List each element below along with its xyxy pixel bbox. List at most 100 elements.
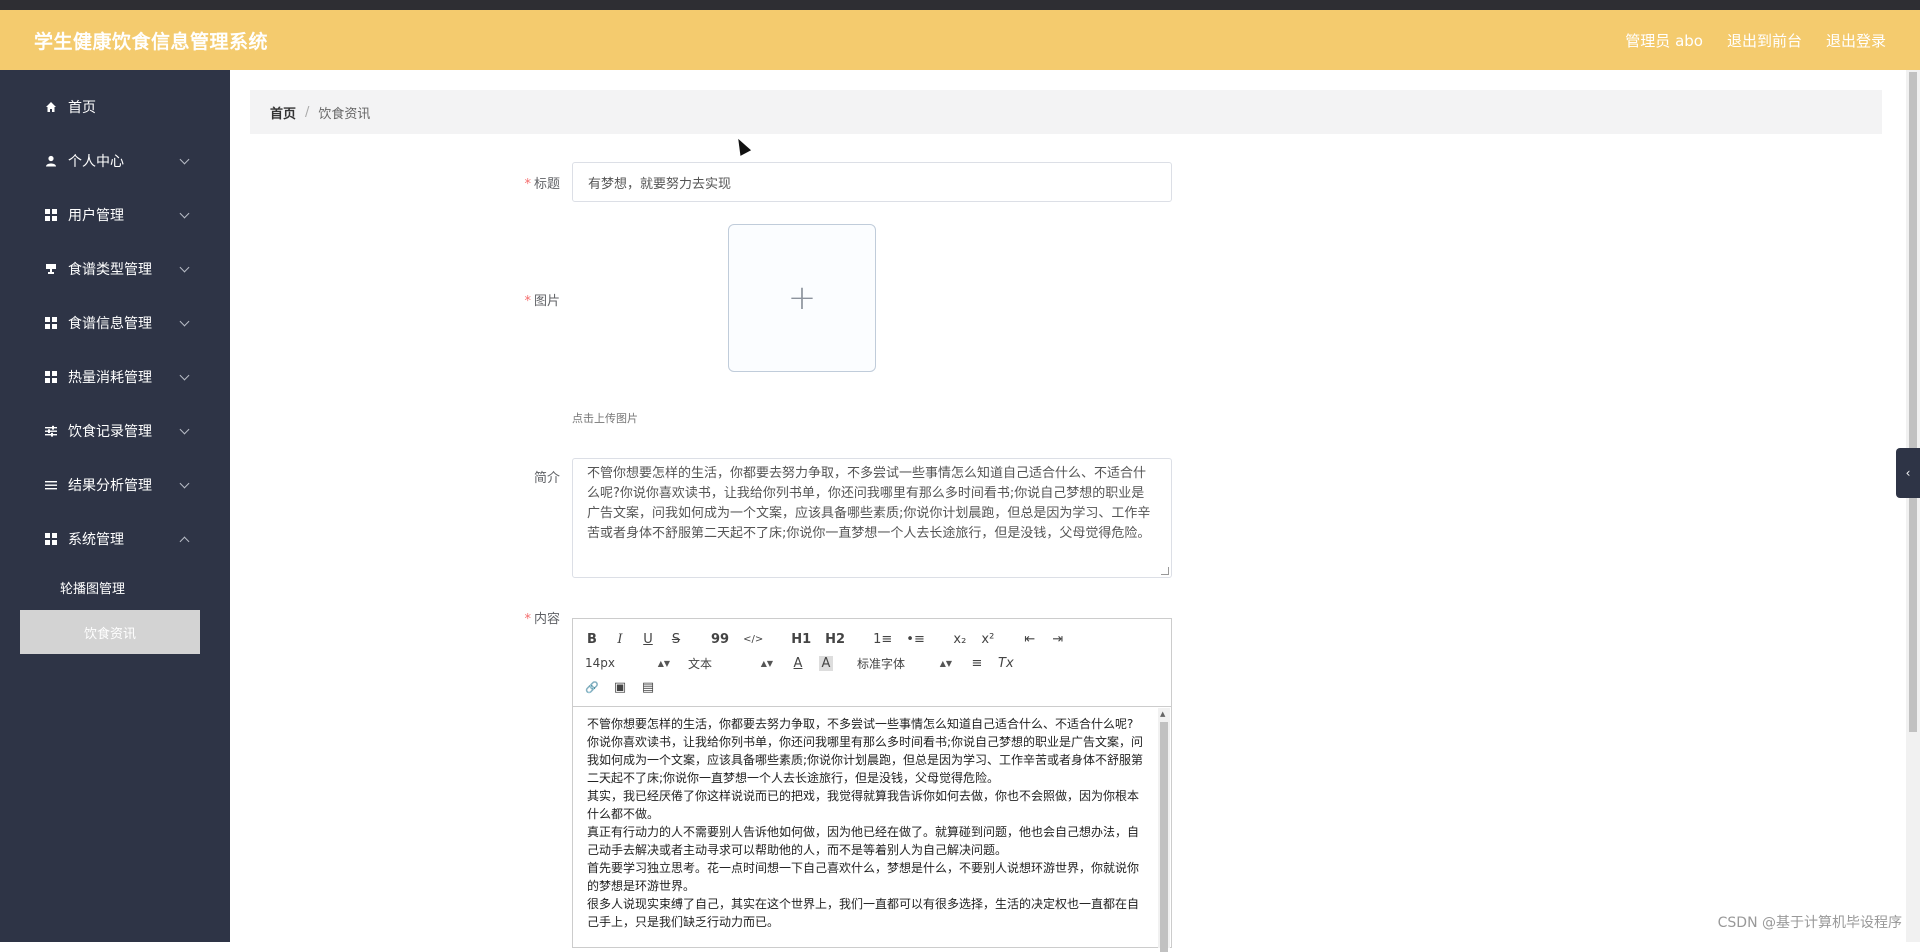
header-select[interactable]: 文本 ▲▼ — [688, 655, 773, 672]
image-button[interactable]: ▣ — [613, 680, 627, 695]
chevron-down-icon — [179, 262, 190, 273]
user-icon — [44, 154, 58, 168]
image-upload-button[interactable]: + — [728, 224, 876, 372]
font-size-value: 14px — [585, 656, 615, 670]
sidebar-item-label: 食谱类型管理 — [68, 262, 152, 278]
ordered-list-button[interactable]: 1≡ — [873, 632, 892, 647]
sidebar-item-label: 用户管理 — [68, 208, 124, 224]
blockquote-button[interactable]: 99 — [711, 632, 729, 647]
top-strip — [0, 0, 1920, 10]
grid-icon — [44, 316, 58, 330]
required-mark: * — [524, 612, 531, 627]
code-block-button[interactable]: </> — [743, 634, 763, 645]
outdent-button[interactable]: ⇤ — [1023, 632, 1037, 647]
sidebar-item-label: 结果分析管理 — [68, 478, 152, 494]
title-label: * 标题 — [230, 173, 560, 192]
chevron-down-icon — [179, 316, 190, 327]
sidebar-item-system-management[interactable]: 系统管理 — [0, 512, 230, 566]
editor-scrollbar-thumb[interactable] — [1160, 722, 1168, 952]
required-mark: * — [524, 294, 531, 309]
underline-button[interactable]: U — [641, 632, 655, 647]
chevron-down-icon — [179, 536, 190, 547]
italic-button[interactable]: I — [613, 632, 627, 647]
drawer-toggle-button[interactable]: ‹ — [1896, 448, 1920, 498]
select-arrow-icon: ▲▼ — [939, 658, 952, 668]
title-label-text: 标题 — [533, 177, 560, 192]
editor-paragraph: 你说你喜欢读书，让我给你列书单，你还问我哪里有那么多时间看书;你说自己梦想的职业… — [587, 735, 1144, 785]
chevron-down-icon — [179, 208, 190, 219]
h2-button[interactable]: H2 — [825, 632, 845, 647]
editor-paragraph: 不管你想要怎样的生活，你都要去努力争取，不多尝试一些事情怎么知道自己适合什么、不… — [587, 717, 1134, 731]
breadcrumb-separator: / — [305, 104, 310, 120]
page-scrollbar[interactable] — [1906, 70, 1920, 942]
logout-link[interactable]: 退出登录 — [1826, 30, 1886, 51]
sidebar-item-calorie-management[interactable]: 热量消耗管理 — [0, 350, 230, 404]
grid-icon — [44, 532, 58, 546]
sliders-icon — [44, 424, 58, 438]
bullet-list-button[interactable]: •≡ — [906, 632, 925, 647]
watermark: CSDN @基于计算机毕设程序 — [1717, 915, 1902, 931]
select-arrow-icon: ▲▼ — [760, 658, 773, 668]
stamp-icon — [44, 262, 58, 276]
sidebar-item-personal-center[interactable]: 个人中心 — [0, 134, 230, 188]
sidebar-item-label: 食谱信息管理 — [68, 316, 152, 332]
sidebar-item-recipe-type-management[interactable]: 食谱类型管理 — [0, 242, 230, 296]
sidebar-item-label: 饮食记录管理 — [68, 424, 152, 440]
font-family-value: 标准字体 — [857, 656, 906, 671]
sidebar-subitem-carousel[interactable]: 轮播图管理 — [0, 566, 230, 608]
subscript-button[interactable]: x₂ — [953, 632, 967, 647]
grid-icon — [44, 208, 58, 222]
indent-button[interactable]: ⇥ — [1051, 632, 1065, 647]
required-mark: * — [524, 177, 531, 192]
bold-button[interactable]: B — [585, 632, 599, 647]
sidebar-item-user-management[interactable]: 用户管理 — [0, 188, 230, 242]
link-button[interactable]: 🔗 — [585, 681, 599, 694]
sidebar-item-label: 个人中心 — [68, 154, 124, 170]
resize-handle-icon[interactable] — [1161, 567, 1169, 575]
superscript-button[interactable]: x² — [981, 632, 995, 647]
font-family-select[interactable]: 标准字体 ▲▼ — [857, 655, 952, 672]
sidebar-item-label: 热量消耗管理 — [68, 370, 152, 386]
breadcrumb: 首页 / 饮食资讯 — [250, 90, 1882, 134]
page-scrollbar-thumb[interactable] — [1909, 72, 1917, 732]
editor-toolbar: B I U S 99 </> H1 H2 1≡ •≡ x₂ x² ⇤ ⇥ 14p… — [573, 619, 1171, 707]
grid-icon — [44, 370, 58, 384]
title-input[interactable]: 有梦想，就要努力去实现 — [572, 162, 1172, 202]
admin-name[interactable]: 管理员 abo — [1625, 30, 1703, 51]
video-button[interactable]: ▤ — [641, 680, 655, 695]
clean-format-button[interactable]: Tx — [998, 656, 1014, 671]
header-value: 文本 — [688, 656, 713, 671]
sidebar-item-recipe-info-management[interactable]: 食谱信息管理 — [0, 296, 230, 350]
content-label-text: 内容 — [533, 612, 560, 627]
align-button[interactable]: ≡ — [970, 656, 984, 671]
scroll-up-icon[interactable]: ▲ — [1160, 710, 1165, 718]
font-size-select[interactable]: 14px ▲▼ — [585, 656, 670, 670]
text-color-button[interactable]: A — [791, 656, 805, 671]
rich-text-editor: B I U S 99 </> H1 H2 1≡ •≡ x₂ x² ⇤ ⇥ 14p… — [572, 618, 1172, 952]
chevron-down-icon — [179, 424, 190, 435]
h1-button[interactable]: H1 — [791, 632, 811, 647]
home-icon — [44, 100, 58, 114]
editor-content[interactable]: 不管你想要怎样的生活，你都要去努力争取，不多尝试一些事情怎么知道自己适合什么、不… — [573, 707, 1171, 947]
editor-scrollbar[interactable]: ▲ — [1158, 708, 1170, 952]
plus-icon: + — [787, 278, 817, 318]
intro-label: 简介 — [533, 471, 560, 486]
sidebar-item-home[interactable]: 首页 — [0, 80, 230, 134]
image-label-text: 图片 — [533, 294, 560, 309]
sidebar-item-label: 首页 — [68, 100, 96, 116]
sidebar: 首页 个人中心 用户管理 食谱类型管理 食谱信息管理 热量消耗管理 饮食记录管理 — [0, 70, 230, 942]
background-color-button[interactable]: A — [819, 655, 833, 671]
strike-button[interactable]: S — [669, 632, 683, 647]
editor-paragraph: 很多人说现实束缚了自己，其实在这个世界上，我们一直都可以有很多选择，生活的决定权… — [587, 897, 1140, 929]
sidebar-subitem-diet-news[interactable]: 饮食资讯 — [20, 610, 200, 654]
intro-textarea[interactable]: 不管你想要怎样的生活，你都要去努力争取，不多尝试一些事情怎么知道自己适合什么、不… — [572, 458, 1172, 578]
image-label: * 图片 — [230, 290, 560, 309]
list-icon — [44, 478, 58, 492]
sidebar-item-label: 系统管理 — [68, 532, 124, 548]
breadcrumb-home[interactable]: 首页 — [270, 103, 296, 122]
sidebar-item-diet-record-management[interactable]: 饮食记录管理 — [0, 404, 230, 458]
chevron-down-icon — [179, 154, 190, 165]
sidebar-item-result-analysis-management[interactable]: 结果分析管理 — [0, 458, 230, 512]
app-header: 学生健康饮食信息管理系统 管理员 abo 退出到前台 退出登录 — [0, 10, 1920, 70]
exit-to-front-link[interactable]: 退出到前台 — [1727, 30, 1802, 51]
